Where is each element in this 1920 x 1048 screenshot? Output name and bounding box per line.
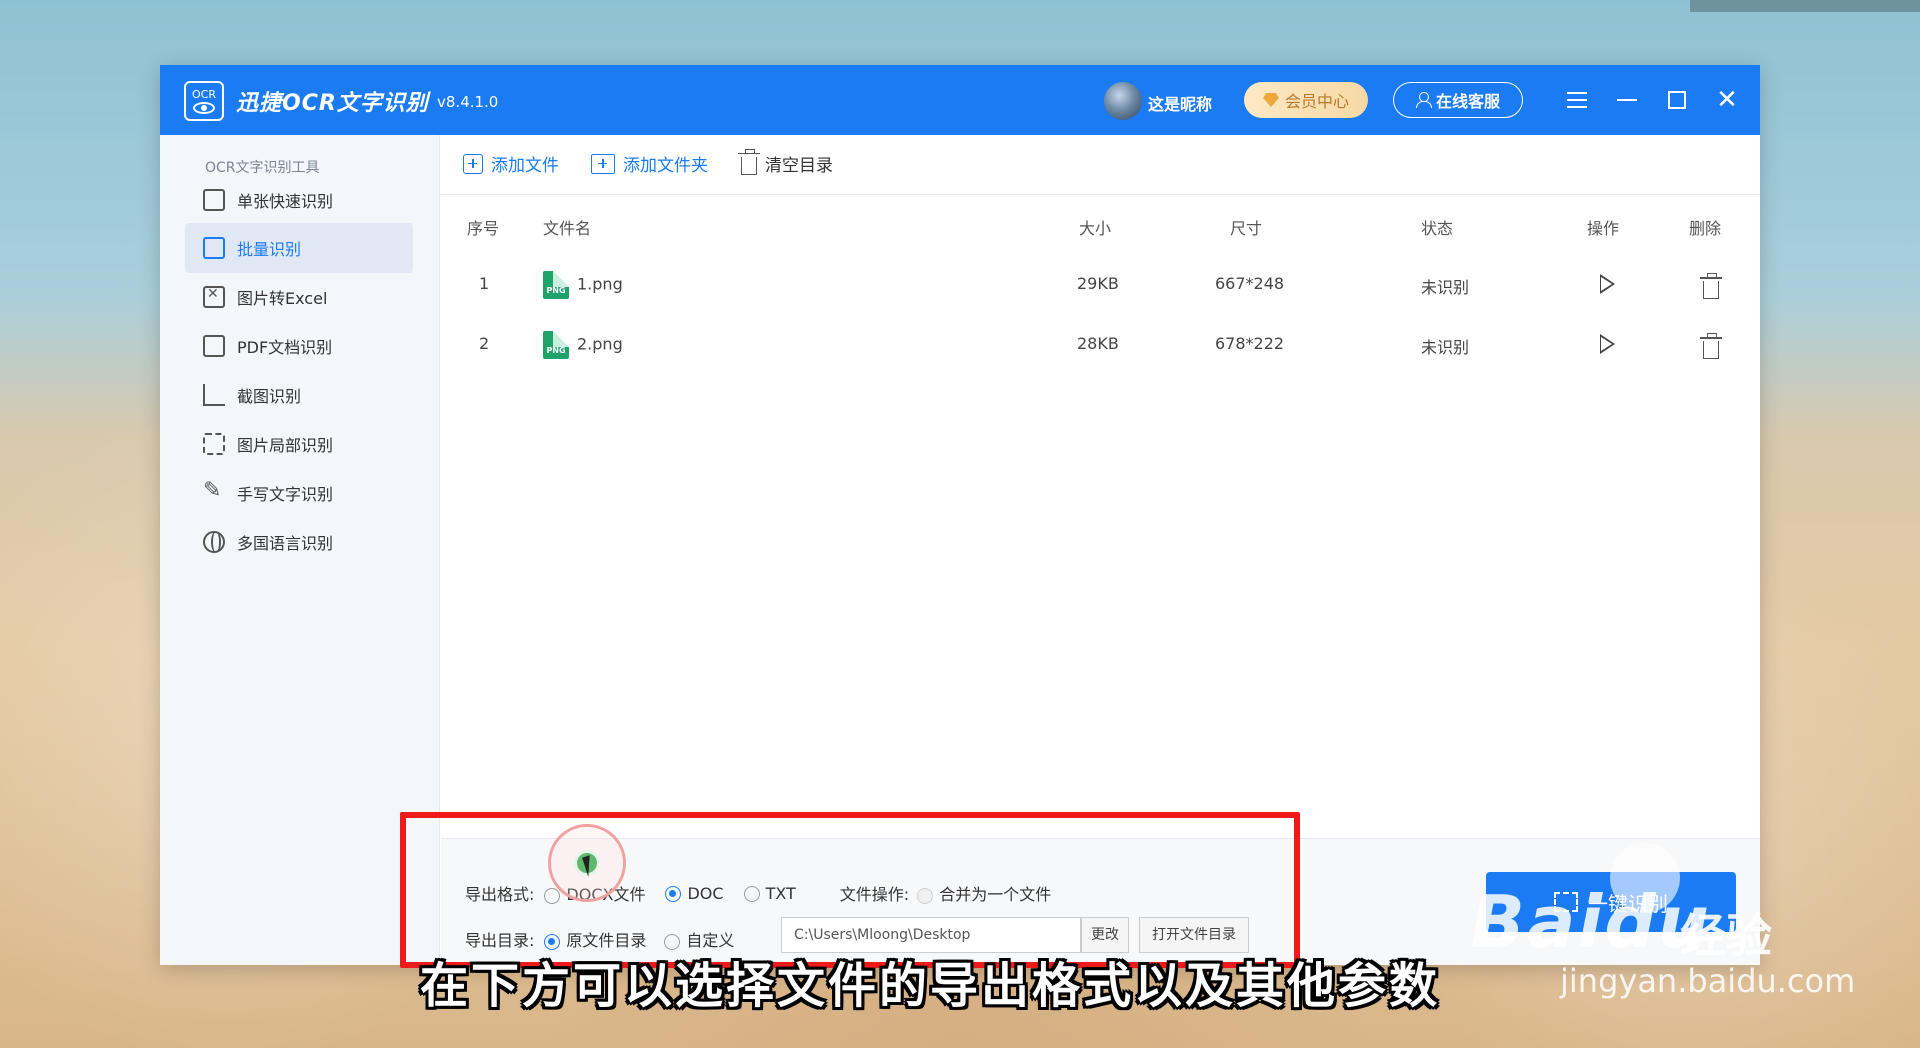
row-status: 未识别 (1421, 278, 1470, 297)
col-size: 大小 (1079, 219, 1112, 238)
row-size: 29KB (1077, 274, 1119, 293)
table-row[interactable]: 2 PNG 2.png 28KB 678*222 未识别 (441, 319, 1760, 369)
eye-icon (193, 101, 215, 114)
table-header: 序号 文件名 大小 尺寸 状态 操作 删除 (441, 205, 1760, 245)
add-file-label: 添加文件 (491, 156, 559, 176)
username[interactable]: 这是昵称 (1148, 91, 1212, 115)
col-status: 状态 (1421, 219, 1454, 238)
clear-list-button[interactable]: 清空目录 (738, 148, 833, 176)
crop-icon (203, 384, 225, 406)
sidebar-item-label: 图片转Excel (237, 289, 328, 308)
ocr-logo-icon: OCR (184, 81, 224, 121)
watermark-url: jingyan.baidu.com (1560, 962, 1856, 1000)
menu-icon[interactable] (1562, 85, 1592, 115)
diamond-icon (1262, 93, 1279, 107)
toolbar: 添加文件 添加文件夹 清空目录 (441, 135, 1760, 195)
title-bar: OCR 迅捷OCR文字识别 v8.4.1.0 这是昵称 会员中心 在线客服 ✕ (160, 65, 1760, 135)
maximize-icon[interactable] (1662, 85, 1692, 115)
col-delete: 删除 (1689, 219, 1722, 238)
sidebar-item-single-recognize[interactable]: 单张快速识别 (185, 175, 413, 225)
add-file-button[interactable]: 添加文件 (463, 151, 559, 176)
row-dimensions: 667*248 (1215, 274, 1285, 293)
sidebar-item-label: 图片局部识别 (237, 436, 334, 455)
sidebar-item-batch-recognize[interactable]: 批量识别 (185, 223, 413, 273)
add-folder-button[interactable]: 添加文件夹 (591, 151, 708, 176)
taskbar-strip (1690, 0, 1920, 12)
sidebar-item-handwriting-recognize[interactable]: 手写文字识别 (185, 468, 413, 518)
row-dimensions: 678*222 (1215, 334, 1285, 353)
globe-icon (203, 531, 225, 553)
play-icon[interactable] (1600, 274, 1615, 294)
delete-row-icon[interactable] (1700, 273, 1722, 299)
add-file-icon (463, 153, 483, 174)
png-file-icon: PNG (543, 271, 569, 299)
image-scan-icon (203, 189, 225, 211)
app-title: 迅捷OCR文字识别 (236, 91, 429, 116)
sidebar-item-label: 多国语言识别 (237, 534, 334, 553)
online-service-label: 在线客服 (1435, 92, 1500, 111)
add-folder-icon (591, 153, 615, 174)
pdf-icon (203, 335, 225, 357)
partial-scan-icon (203, 433, 225, 455)
sidebar-item-image-to-excel[interactable]: 图片转Excel (185, 272, 413, 322)
col-dimensions: 尺寸 (1230, 219, 1263, 238)
col-action: 操作 (1587, 219, 1620, 238)
sidebar-item-label: 手写文字识别 (237, 485, 334, 504)
table-row[interactable]: 1 PNG 1.png 29KB 667*248 未识别 (441, 259, 1760, 309)
add-folder-label: 添加文件夹 (623, 156, 708, 176)
excel-icon (203, 286, 225, 308)
col-index: 序号 (467, 219, 500, 238)
watermark-product: 经验 (1680, 909, 1772, 963)
highlight-box (400, 812, 1300, 968)
play-icon[interactable] (1600, 334, 1615, 354)
sidebar-item-pdf-recognize[interactable]: PDF文档识别 (185, 321, 413, 371)
trash-icon (738, 148, 760, 175)
filename-text: 1.png (577, 274, 623, 294)
close-icon[interactable]: ✕ (1712, 85, 1742, 115)
batch-icon (203, 237, 225, 259)
sidebar-item-label: 单张快速识别 (237, 192, 334, 211)
row-filename: PNG 2.png (543, 331, 623, 359)
clear-list-label: 清空目录 (765, 156, 833, 176)
sidebar-item-multilanguage-recognize[interactable]: 多国语言识别 (185, 517, 413, 567)
logo-text: OCR (192, 87, 216, 101)
sidebar-item-label: 批量识别 (237, 240, 302, 259)
avatar[interactable] (1104, 82, 1142, 120)
col-filename: 文件名 (543, 219, 592, 238)
sidebar-item-screenshot-recognize[interactable]: 截图识别 (185, 370, 413, 420)
minimize-icon[interactable] (1612, 85, 1642, 115)
row-filename: PNG 1.png (543, 271, 623, 299)
row-index: 2 (479, 334, 490, 353)
online-service-button[interactable]: 在线客服 (1393, 82, 1523, 118)
row-size: 28KB (1077, 334, 1119, 353)
png-file-icon: PNG (543, 331, 569, 359)
video-subtitle: 在下方可以选择文件的导出格式以及其他参数 (420, 958, 1441, 1014)
sidebar-title: OCR文字识别工具 (205, 160, 320, 176)
watermark-brand: Baidu (1470, 880, 1711, 964)
row-index: 1 (479, 274, 490, 293)
person-icon (1415, 92, 1432, 108)
delete-row-icon[interactable] (1700, 333, 1722, 359)
app-version: v8.4.1.0 (437, 93, 499, 111)
sidebar-item-partial-recognize[interactable]: 图片局部识别 (185, 419, 413, 469)
row-status: 未识别 (1421, 338, 1470, 357)
sidebar-item-label: PDF文档识别 (237, 338, 333, 357)
sidebar-item-label: 截图识别 (237, 387, 302, 406)
pen-icon (203, 478, 225, 504)
sidebar: OCR文字识别工具 单张快速识别 批量识别 图片转Excel PDF文档识别 截… (160, 135, 440, 965)
vip-center-label: 会员中心 (1284, 92, 1349, 111)
vip-center-button[interactable]: 会员中心 (1244, 82, 1368, 118)
filename-text: 2.png (577, 334, 623, 354)
